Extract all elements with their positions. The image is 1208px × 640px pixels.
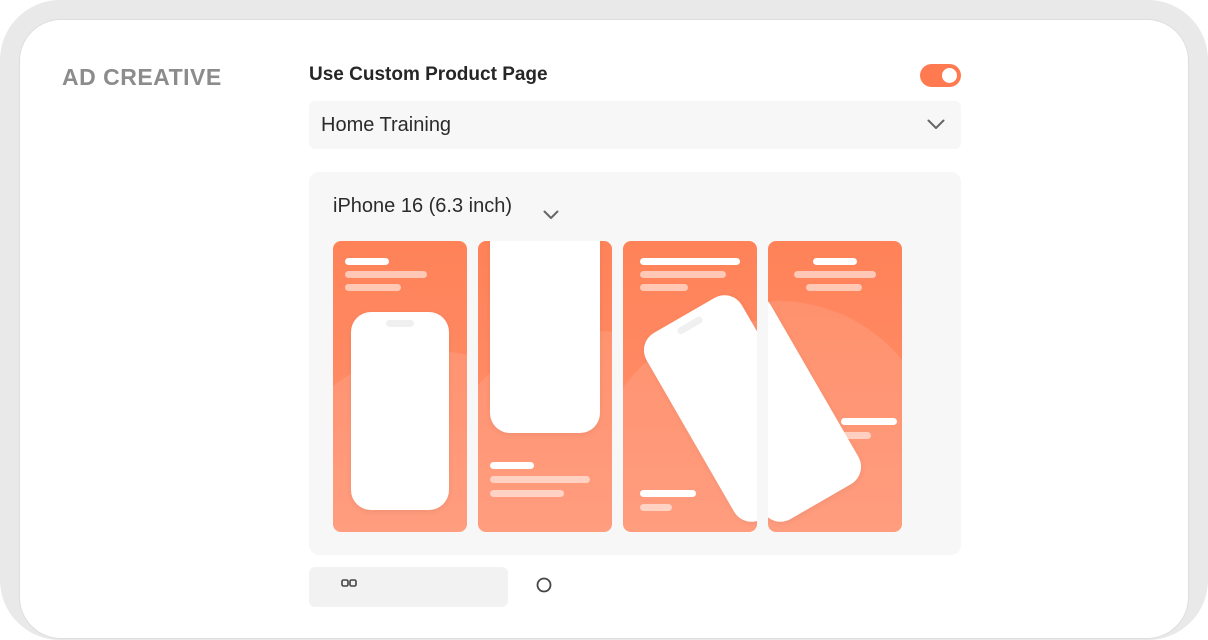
headline-bar <box>490 462 534 469</box>
custom-product-page-toggle[interactable] <box>920 64 961 87</box>
custom-product-page-label: Use Custom Product Page <box>309 64 548 85</box>
screenshot-thumbnail[interactable] <box>768 241 902 532</box>
text-bar <box>806 284 862 291</box>
headline-bar <box>345 258 389 265</box>
chevron-down-icon <box>543 203 559 226</box>
headline-bar <box>640 258 740 265</box>
section-title: AD CREATIVE <box>62 64 222 90</box>
text-bar <box>490 476 590 483</box>
product-page-select[interactable]: Home Training <box>309 101 961 149</box>
screenshot-thumbnail[interactable] <box>333 241 467 532</box>
edit-screenshots-button[interactable] <box>309 567 508 607</box>
text-bar <box>490 490 564 497</box>
text-bar <box>640 271 726 278</box>
text-bar <box>841 432 871 439</box>
text-bar <box>640 284 688 291</box>
product-page-select-value: Home Training <box>321 114 452 136</box>
device-size-value: iPhone 16 (6.3 inch) <box>333 195 513 217</box>
text-bar <box>345 271 427 278</box>
toggle-knob <box>942 68 957 83</box>
phone-notch <box>676 315 704 336</box>
phone-notch <box>386 320 414 327</box>
headline-bar <box>841 418 897 425</box>
screenshot-preview-panel: iPhone 16 (6.3 inch) <box>309 172 961 555</box>
screenshot-thumbnail[interactable] <box>478 241 612 532</box>
headline-bar <box>640 490 696 497</box>
grid-icon <box>341 579 357 600</box>
device-size-select[interactable]: iPhone 16 (6.3 inch) <box>333 195 559 219</box>
phone-mockup <box>490 241 600 433</box>
headline-bar <box>813 258 857 265</box>
text-bar <box>640 504 672 511</box>
content-card: AD CREATIVE Use Custom Product Page Home… <box>19 19 1189 639</box>
phone-mockup <box>351 312 449 510</box>
text-bar <box>345 284 401 291</box>
text-bar <box>794 271 876 278</box>
link-icon <box>535 576 553 599</box>
screenshot-thumbnail[interactable] <box>623 241 757 532</box>
chevron-down-icon <box>927 117 945 135</box>
